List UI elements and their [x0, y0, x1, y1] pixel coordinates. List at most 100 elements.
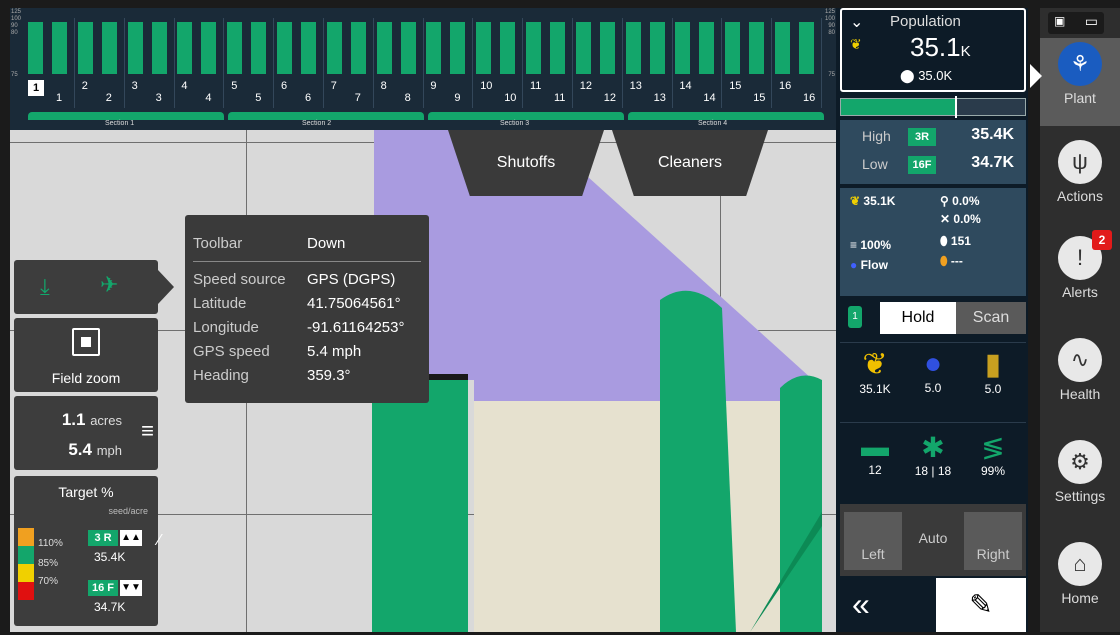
metric-value: 99%	[980, 464, 1006, 478]
row-number: 16	[779, 80, 792, 92]
nav-alerts[interactable]: ! 2 Alerts	[1040, 230, 1120, 300]
population-progress-bar	[840, 96, 1026, 118]
metric-seed[interactable]: ▮ 5.0	[968, 347, 1018, 396]
edit-button[interactable]: ✎	[936, 578, 1026, 632]
green-strip	[780, 375, 822, 632]
section-indicator	[228, 112, 424, 120]
row-number: 16	[803, 92, 816, 104]
high-row-badge: 3R	[908, 128, 936, 146]
metric-value: 5.0	[924, 381, 942, 395]
row-number: 5	[255, 92, 262, 104]
area-speed-panel[interactable]: 1.1 acres 5.4 mph ≡	[14, 396, 158, 470]
metrics-row-2[interactable]: ▬ 12 ✱ 18 | 18 ≶ 99%	[840, 422, 1026, 504]
metric-spring[interactable]: ≶ 99%	[968, 431, 1018, 478]
nav-settings[interactable]: ⚙ Settings	[1040, 440, 1120, 504]
nav-plant[interactable]: ⚘ Plant	[1040, 38, 1120, 126]
row-bar	[301, 22, 316, 74]
population-card[interactable]: ⌄ ❦ Population 35.1K ⬤ 35.0K	[840, 8, 1026, 92]
row-divider	[123, 18, 125, 108]
low-label: Low	[862, 156, 888, 172]
stat-multiple: ✕ 0.0%	[940, 212, 981, 226]
chevron-down-icon[interactable]: ⌄	[850, 12, 863, 32]
progress-marker	[955, 96, 958, 118]
metric-tank[interactable]: ▬ 12	[850, 431, 900, 477]
row-divider	[173, 18, 175, 108]
hold-button[interactable]: Hold	[880, 302, 956, 334]
bottom-actions: « ✎	[840, 578, 1026, 632]
row-number: 9	[454, 92, 461, 104]
metric-population[interactable]: ❦ 35.1K	[850, 347, 900, 396]
row-divider	[821, 18, 822, 108]
stats-card[interactable]: ❦ 35.1K ≡ 100% ● Flow ⚲ 0.0% ✕ 0.0% ⬮ 15…	[840, 188, 1026, 296]
nav-home[interactable]: ⌂ Home	[1040, 542, 1120, 606]
satellite-icon[interactable]: ✈	[100, 272, 118, 298]
row-number: 13	[629, 80, 642, 92]
download-icon[interactable]: ⤓	[40, 274, 50, 300]
camera-icon: ▣	[1054, 14, 1066, 28]
right-button[interactable]: Right	[964, 512, 1022, 570]
row-bar	[500, 22, 516, 74]
drop-icon: ●	[923, 347, 943, 380]
row-divider	[771, 18, 773, 108]
row-bar	[699, 22, 715, 74]
nav-actions[interactable]: ψ Actions	[1040, 140, 1120, 204]
row-divider	[74, 18, 75, 108]
row-bar	[426, 22, 442, 74]
high-low-card[interactable]: High 3R 35.4K Low 16F 34.7K	[840, 120, 1026, 184]
nav-actions-label: Actions	[1057, 188, 1103, 204]
steering-controls[interactable]: Left Auto Right	[840, 504, 1026, 576]
section-label: Section 3	[500, 120, 530, 127]
metric-drop[interactable]: ● 5.0	[908, 347, 958, 395]
population-unit: K	[960, 43, 971, 60]
tank-icon: ▬	[861, 431, 889, 462]
row-number: 8	[404, 92, 411, 104]
high-value: 35.4K	[971, 126, 1014, 143]
field-zoom-button[interactable]: Field zoom	[14, 318, 158, 392]
row-number: 10	[504, 92, 517, 104]
row-bar	[649, 22, 665, 74]
auto-button[interactable]: Auto	[904, 512, 962, 570]
nav-settings-label: Settings	[1054, 488, 1106, 504]
row-divider	[223, 18, 225, 108]
row-divider	[372, 18, 374, 108]
info-label: Longitude	[193, 319, 259, 336]
high-label: High	[862, 128, 891, 144]
scale-right: 125 100 90 80	[824, 9, 835, 36]
bars-icon: ≡	[850, 238, 858, 252]
target-panel[interactable]: Target % seed/acre 110% 85% 70% 3 R ▲▲ 3…	[14, 476, 161, 626]
slash-icon: ⁄	[158, 532, 161, 549]
row-number: 10	[480, 80, 493, 92]
row-status-bar[interactable]: 125 100 90 80 75 125 100 90 80 75 122334455667…	[10, 8, 836, 130]
row-divider	[472, 18, 474, 108]
row-number: 4	[181, 80, 188, 92]
stat-flow: ● Flow	[850, 258, 888, 272]
legend-mid: 85%	[38, 558, 59, 569]
menu-icon[interactable]: ≡	[141, 418, 154, 444]
scan-button[interactable]: Scan	[956, 302, 1026, 334]
nav-alerts-label: Alerts	[1062, 284, 1098, 300]
row-bar	[251, 22, 267, 74]
row-number: 2	[105, 92, 112, 104]
row-divider	[572, 18, 573, 108]
metric-fan[interactable]: ✱ 18 | 18	[908, 431, 958, 478]
hold-scan-control[interactable]: 1 Hold Scan	[840, 298, 1026, 338]
acres-value: 1.1	[61, 410, 86, 429]
nav-home-label: Home	[1061, 590, 1099, 606]
row-number: 9	[430, 80, 437, 92]
low-row-badge: 16F	[908, 156, 936, 174]
population-target: ⬤ 35.0K	[900, 68, 952, 84]
tab-cleaners[interactable]: Cleaners	[612, 130, 768, 196]
info-label: Toolbar	[193, 235, 243, 252]
gps-toolbar[interactable]: ⤓ ✈	[14, 260, 174, 314]
nav-health[interactable]: ∿ Health	[1040, 338, 1120, 402]
metrics-row-1[interactable]: ❦ 35.1K ● 5.0 ▮ 5.0	[840, 342, 1026, 420]
tab-shutoffs[interactable]: Shutoffs	[448, 130, 604, 196]
green-strip	[372, 380, 468, 632]
left-button[interactable]: Left	[844, 512, 902, 570]
collapse-icon[interactable]: «	[852, 586, 870, 623]
corn-icon: ❦	[850, 36, 862, 52]
display-toggle[interactable]: ▣ ▭	[1048, 12, 1104, 34]
screen-icon: ▭	[1084, 13, 1098, 29]
selected-row-badge[interactable]: 1	[28, 80, 44, 96]
speed-readout: 5.4 mph	[68, 440, 122, 460]
